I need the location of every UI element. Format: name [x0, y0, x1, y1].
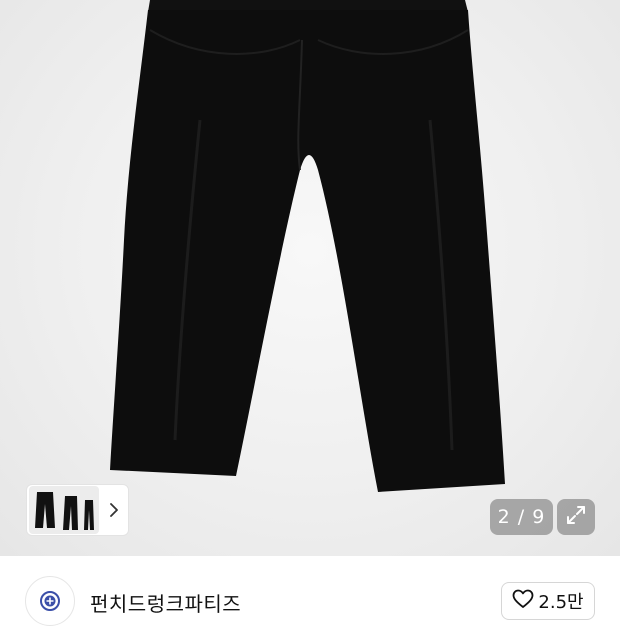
thumbnail-image[interactable]: [29, 486, 99, 534]
brand-logo-icon: [40, 591, 60, 611]
chevron-right-icon[interactable]: [99, 502, 128, 518]
thumbnail-strip[interactable]: [26, 484, 129, 536]
pants-photo: [110, 0, 505, 492]
brand-name[interactable]: 펀치드렁크파티즈: [90, 588, 241, 617]
like-count: 2.5만: [538, 592, 584, 613]
like-button[interactable]: 2.5만: [501, 582, 595, 620]
product-image[interactable]: 2 / 9: [0, 0, 620, 556]
image-counter-text: 2 / 9: [497, 506, 546, 528]
heart-icon: [512, 589, 534, 613]
expand-icon: [565, 504, 587, 530]
image-counter: 2 / 9: [490, 499, 553, 535]
brand-logo[interactable]: [25, 576, 75, 626]
expand-button[interactable]: [557, 499, 595, 535]
